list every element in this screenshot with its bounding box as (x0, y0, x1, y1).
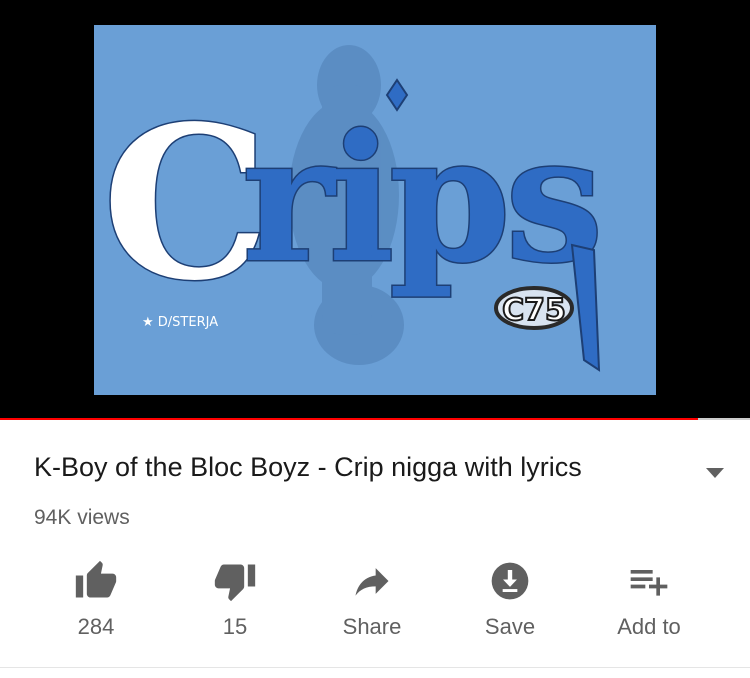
save-label: Save (484, 614, 536, 639)
playlist-add-icon (630, 570, 668, 596)
expand-description-button[interactable] (700, 460, 730, 484)
video-title: K-Boy of the Bloc Boyz - Crip nigga with… (34, 452, 582, 482)
add-to-playlist-button[interactable]: Add to (594, 555, 704, 650)
progress-bar[interactable] (0, 418, 750, 420)
add-to-label: Add to (617, 614, 681, 639)
view-count: 94K views (34, 506, 130, 529)
like-button[interactable]: 284 (41, 555, 151, 650)
crips-badge: C75 (494, 286, 574, 330)
save-button[interactable]: Save (455, 555, 565, 650)
progress-bar-fill (0, 418, 698, 420)
thumbs-up-icon (75, 560, 117, 598)
thumbs-down-icon (214, 564, 256, 602)
video-player[interactable]: C rips C75 ★ D/STERJA (0, 0, 750, 420)
like-count: 284 (77, 614, 115, 639)
dislike-button[interactable]: 15 (180, 555, 290, 650)
action-bar: 284 15 Share Save Add to (0, 555, 750, 655)
chevron-down-icon (706, 468, 724, 478)
svg-text:C75: C75 (502, 293, 566, 328)
download-icon (491, 562, 529, 600)
logo-letters-rips: rips (242, 97, 598, 302)
credit-watermark: ★ D/STERJA (142, 315, 218, 330)
share-icon (355, 568, 389, 596)
share-button[interactable]: Share (317, 555, 427, 650)
crips-logo-image: C rips C75 ★ D/STERJA (94, 25, 656, 395)
share-label: Share (342, 614, 402, 639)
dislike-count: 15 (222, 614, 248, 639)
video-thumbnail[interactable]: C rips C75 ★ D/STERJA (94, 25, 656, 395)
section-divider (0, 667, 750, 668)
